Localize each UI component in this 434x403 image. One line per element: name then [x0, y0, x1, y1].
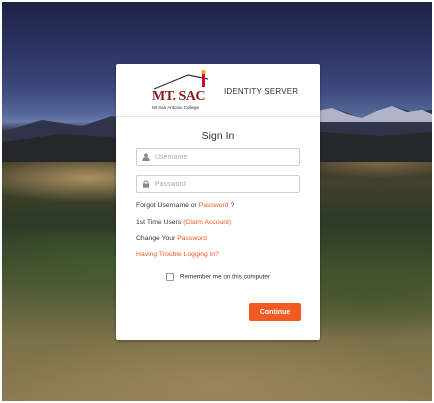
change-password-link[interactable]: Password: [177, 235, 207, 242]
user-icon: [142, 153, 150, 161]
trouble-logging-in-link[interactable]: Having Trouble Logging in?: [136, 251, 219, 258]
forgot-suffix: ?: [230, 202, 235, 209]
forgot-prefix: Forgot Username or: [136, 202, 197, 209]
card-header: MT. SAC Mt San Antonio College IDENTITY …: [116, 64, 320, 117]
username-field[interactable]: [136, 148, 300, 166]
identity-server-title: IDENTITY SERVER: [224, 87, 299, 96]
password-input[interactable]: [155, 176, 295, 192]
continue-button[interactable]: Continue: [249, 303, 301, 321]
claim-account-link[interactable]: (Claim Account): [183, 219, 231, 226]
first-time-line: 1st Time Users (Claim Account): [136, 219, 231, 226]
login-card: MT. SAC Mt San Antonio College IDENTITY …: [116, 64, 320, 340]
sign-in-heading: Sign In: [201, 130, 235, 142]
trouble-line: Having Trouble Logging in?: [136, 251, 219, 258]
lock-icon: [143, 180, 149, 188]
mtsac-logo: MT. SAC Mt San Antonio College: [148, 69, 216, 113]
remember-me-checkbox[interactable]: [166, 273, 174, 281]
change-prefix: Change Your: [136, 235, 176, 242]
password-field[interactable]: [136, 175, 300, 193]
first-time-prefix: 1st Time Users: [136, 219, 182, 226]
logo-subtext: Mt San Antonio College: [152, 105, 200, 110]
remember-me[interactable]: Remember me on this computer: [166, 273, 270, 281]
username-input[interactable]: [155, 149, 295, 165]
remember-me-label: Remember me on this computer: [180, 273, 270, 281]
logo-wordmark: MT. SAC: [152, 89, 206, 104]
forgot-line: Forgot Username or Password ?: [136, 202, 234, 209]
change-password-line: Change Your Password: [136, 235, 207, 242]
forgot-password-link[interactable]: Password: [199, 202, 229, 209]
